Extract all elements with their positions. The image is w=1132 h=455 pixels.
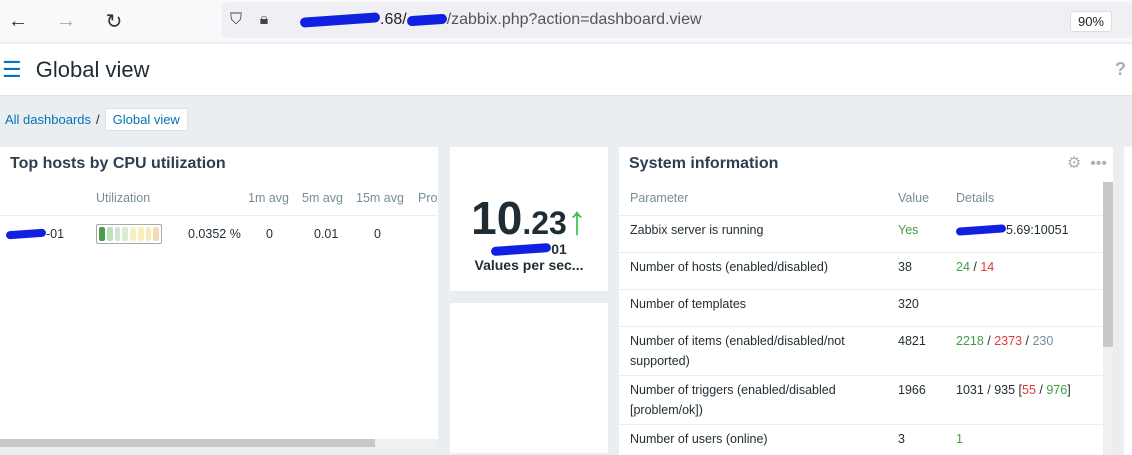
table-cell	[945, 288, 1104, 326]
col-parameter: Parameter	[619, 181, 887, 216]
item-value-widget: 10.23↑ 01 Values per sec...	[450, 147, 608, 291]
avg-1m: 0	[248, 214, 302, 252]
table-cell: Yes	[887, 214, 945, 252]
cpu-widget: Top hosts by CPU utilization Utilization…	[0, 147, 438, 447]
forward-icon[interactable]: →	[48, 10, 84, 33]
table-row: Number of hosts (enabled/disabled) 38 24 /…	[619, 251, 1104, 289]
menu-icon[interactable]: ☰	[2, 57, 22, 83]
col-15m: 15m avg	[356, 190, 404, 205]
item-value: 10.23↑	[471, 192, 587, 244]
gear-icon[interactable]: ⚙	[1067, 155, 1081, 172]
horizontal-scrollbar[interactable]	[0, 439, 438, 447]
avg-15m: 0	[356, 214, 418, 252]
help-icon[interactable]: ?	[1115, 59, 1126, 80]
table-row: Number of users (online) 3 1	[619, 423, 1104, 455]
browser-toolbar: ← → ↻ ⛉ 🔒︎ .68/ /zabbix.php?action=dashb…	[0, 0, 1132, 42]
lock-icon: 🔒︎	[259, 11, 269, 28]
table-cell: Number of items (enabled/disabled/not su…	[619, 325, 887, 375]
table-row: -01 0.0352 % 0 0.01 0	[0, 214, 438, 252]
shield-icon: ⛉	[229, 11, 242, 28]
col-1m: 1m avg	[248, 190, 289, 205]
avg-5m: 0.01	[302, 214, 356, 252]
col-utilization: Utilization	[96, 190, 151, 205]
breadcrumb-separator: /	[96, 112, 100, 127]
table-cell: Number of hosts (enabled/disabled)	[619, 251, 887, 289]
system-information-widget: System information ⚙ ••• Parameter Value…	[619, 147, 1113, 455]
zoom-level[interactable]: 90%	[1069, 11, 1112, 32]
breadcrumb-current[interactable]: Global view	[104, 108, 188, 131]
table-cell: 5.69:10051	[945, 214, 1104, 252]
table-cell: Zabbix server is running	[619, 214, 887, 252]
col-value: Value	[887, 181, 945, 216]
table-cell: 4821	[887, 325, 945, 375]
col-host	[0, 181, 96, 215]
page-title: Global view	[35, 56, 150, 82]
table-cell: 1	[945, 423, 1104, 455]
col-pro: Pro	[418, 190, 438, 205]
widget-title: Top hosts by CPU utilization	[10, 155, 226, 172]
address-bar[interactable]: ⛉ 🔒︎ .68/ /zabbix.php?action=dashboard.v…	[222, 2, 1132, 38]
table-row: Number of items (enabled/disabled/not su…	[619, 325, 1104, 375]
table-row: Number of templates 320	[619, 288, 1104, 326]
reload-icon[interactable]: ↻	[96, 9, 132, 34]
arrow-up-icon: ↑	[566, 199, 587, 243]
more-icon[interactable]: •••	[1090, 155, 1107, 172]
utilization-bar	[96, 214, 176, 252]
table-cell: 3	[887, 423, 945, 455]
redaction	[5, 228, 47, 240]
table-cell	[418, 214, 438, 252]
vertical-scrollbar[interactable]	[1103, 182, 1113, 455]
col-details: Details	[945, 181, 1104, 216]
col-5m: 5m avg	[302, 190, 343, 205]
col-value	[176, 181, 248, 215]
redaction	[299, 12, 381, 28]
breadcrumb: All dashboards / Global view	[5, 108, 188, 131]
redaction	[955, 223, 1007, 236]
host-link[interactable]: -01	[0, 214, 96, 252]
redaction	[490, 242, 552, 257]
url-text: .68/	[380, 11, 407, 28]
table-cell: 2218 / 2373 / 230	[945, 325, 1104, 375]
breadcrumb-all-dashboards[interactable]: All dashboards	[5, 112, 91, 127]
table-row: Zabbix server is running Yes 5.69:10051	[619, 214, 1104, 252]
table-cell: 38	[887, 251, 945, 289]
table-cell: 24 / 14	[945, 251, 1104, 289]
next-widget-edge	[1124, 147, 1132, 455]
table-cell: 1031 / 935 [55 / 976]	[945, 374, 1104, 424]
table-cell: 1966	[887, 374, 945, 424]
item-label: Values per sec...	[474, 257, 584, 273]
host-name: -01	[46, 226, 65, 241]
empty-widget	[450, 303, 608, 453]
url-text: /zabbix.php?action=dashboard.view	[446, 11, 702, 28]
table-cell: Number of templates	[619, 288, 887, 326]
table-cell: Number of triggers (enabled/disabled [pr…	[619, 374, 887, 424]
utilization-value: 0.0352 %	[176, 214, 248, 252]
table-cell: Number of users (online)	[619, 423, 887, 455]
table-row: Number of triggers (enabled/disabled [pr…	[619, 374, 1104, 424]
widget-title: System information	[629, 155, 779, 172]
redaction	[406, 13, 447, 27]
table-cell: 320	[887, 288, 945, 326]
page-header: ☰ Global view ?	[0, 44, 1132, 96]
back-icon[interactable]: ←	[0, 10, 36, 33]
